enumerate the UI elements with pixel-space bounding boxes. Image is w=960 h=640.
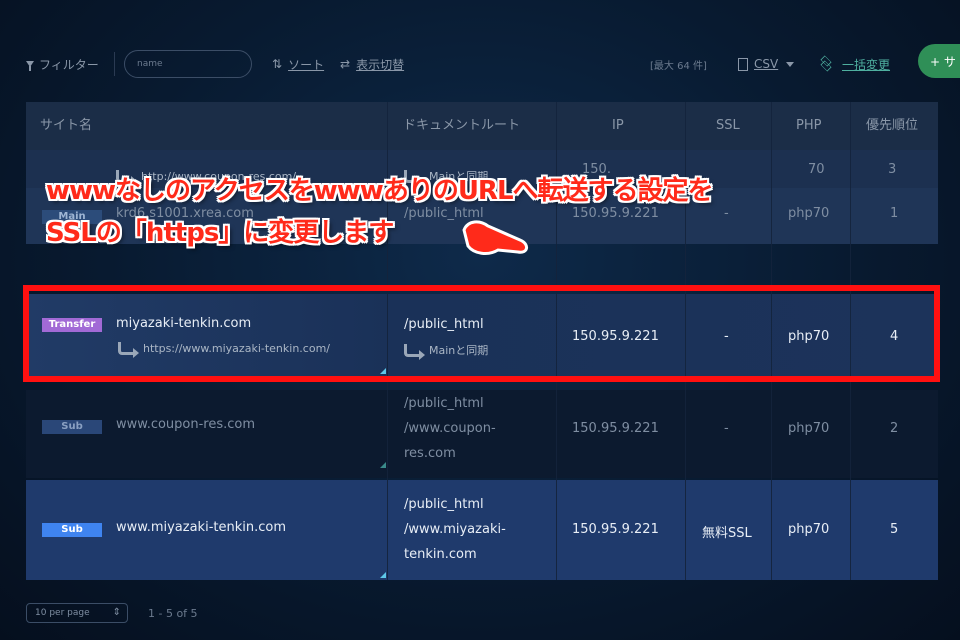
funnel-icon	[26, 61, 34, 71]
site-name[interactable]: www.miyazaki-tenkin.com	[116, 520, 286, 535]
col-docroot[interactable]: ドキュメントルート	[403, 102, 520, 150]
layers-icon	[818, 57, 834, 71]
add-site-button[interactable]: + サ	[918, 44, 960, 78]
pagination-footer: 10 per page 1 - 5 of 5	[26, 602, 198, 624]
priority-cell: 1	[890, 206, 899, 221]
sub-badge: Sub	[42, 523, 102, 537]
csv-dropdown[interactable]: CSV	[738, 44, 795, 84]
toolbar-divider	[114, 52, 115, 76]
docroot-line: /public_html	[404, 497, 484, 512]
sort-label: ソート	[288, 57, 325, 72]
docroot-line: res.com	[404, 446, 456, 461]
table-row[interactable]: Sub www.miyazaki-tenkin.com /public_html…	[26, 480, 938, 580]
sort-button[interactable]: ⇅ ソート	[272, 44, 324, 84]
bulk-change-button[interactable]: 一括変更	[818, 44, 890, 84]
view-switch-label: 表示切替	[356, 57, 405, 72]
ssl-cell: 無料SSL	[702, 526, 752, 541]
table-row[interactable]: Sub www.coupon-res.com /public_html /www…	[26, 390, 938, 478]
priority-cell: 2	[890, 421, 899, 436]
priority-cell: 3	[888, 162, 897, 177]
docroot-line: /public_html	[404, 396, 484, 411]
docroot-line: tenkin.com	[404, 547, 477, 562]
php-cell: 70	[808, 162, 825, 177]
ssl-cell: -	[724, 206, 729, 221]
document-icon	[738, 57, 748, 71]
pointing-hand-icon	[462, 220, 528, 255]
expand-corner-icon[interactable]	[380, 572, 386, 578]
filter-button[interactable]: フィルター	[26, 44, 99, 84]
sort-icon: ⇅	[272, 57, 283, 71]
php-cell: php70	[788, 421, 830, 436]
swap-icon: ⇄	[340, 57, 351, 71]
annotation-line-1: wwwなしのアクセスをwwwありのURLへ転送する設定を	[46, 176, 714, 206]
highlight-frame	[23, 285, 940, 382]
name-search-input[interactable]	[124, 50, 252, 78]
col-priority[interactable]: 優先順位	[866, 102, 918, 150]
csv-label: CSV	[754, 57, 779, 71]
docroot-line: /www.miyazaki-	[404, 522, 506, 537]
php-cell: php70	[788, 206, 830, 221]
priority-cell: 5	[890, 522, 899, 537]
filter-label: フィルター	[39, 57, 99, 72]
chevron-down-icon	[786, 61, 795, 67]
docroot-line: /www.coupon-	[404, 421, 496, 436]
ip-cell: 150.95.9.221	[572, 421, 659, 436]
bulk-change-label: 一括変更	[842, 57, 891, 72]
page-range: 1 - 5 of 5	[148, 606, 198, 620]
ip-cell: 150.95.9.221	[572, 206, 659, 221]
max-count-label: [最大 64 件]	[650, 60, 707, 72]
php-cell: php70	[788, 522, 830, 537]
col-site-name[interactable]: サイト名	[40, 102, 92, 150]
col-ip[interactable]: IP	[612, 102, 624, 150]
toolbar: フィルター ⇅ ソート ⇄ 表示切替 [最大 64 件] CSV 一括変更 + …	[0, 44, 960, 84]
col-php[interactable]: PHP	[796, 102, 821, 150]
annotation-line-2: SSLの「https」に変更します	[46, 218, 394, 248]
table-header: サイト名 ドキュメントルート IP SSL PHP 優先順位	[26, 102, 938, 150]
per-page-select[interactable]: 10 per page	[26, 603, 128, 623]
sub-badge: Sub	[42, 420, 102, 434]
ssl-cell: -	[724, 421, 729, 436]
site-name[interactable]: www.coupon-res.com	[116, 417, 255, 432]
view-switch-button[interactable]: ⇄ 表示切替	[340, 44, 404, 84]
ip-cell: 150.95.9.221	[572, 522, 659, 537]
col-ssl[interactable]: SSL	[716, 102, 740, 150]
expand-corner-icon[interactable]	[380, 462, 386, 468]
